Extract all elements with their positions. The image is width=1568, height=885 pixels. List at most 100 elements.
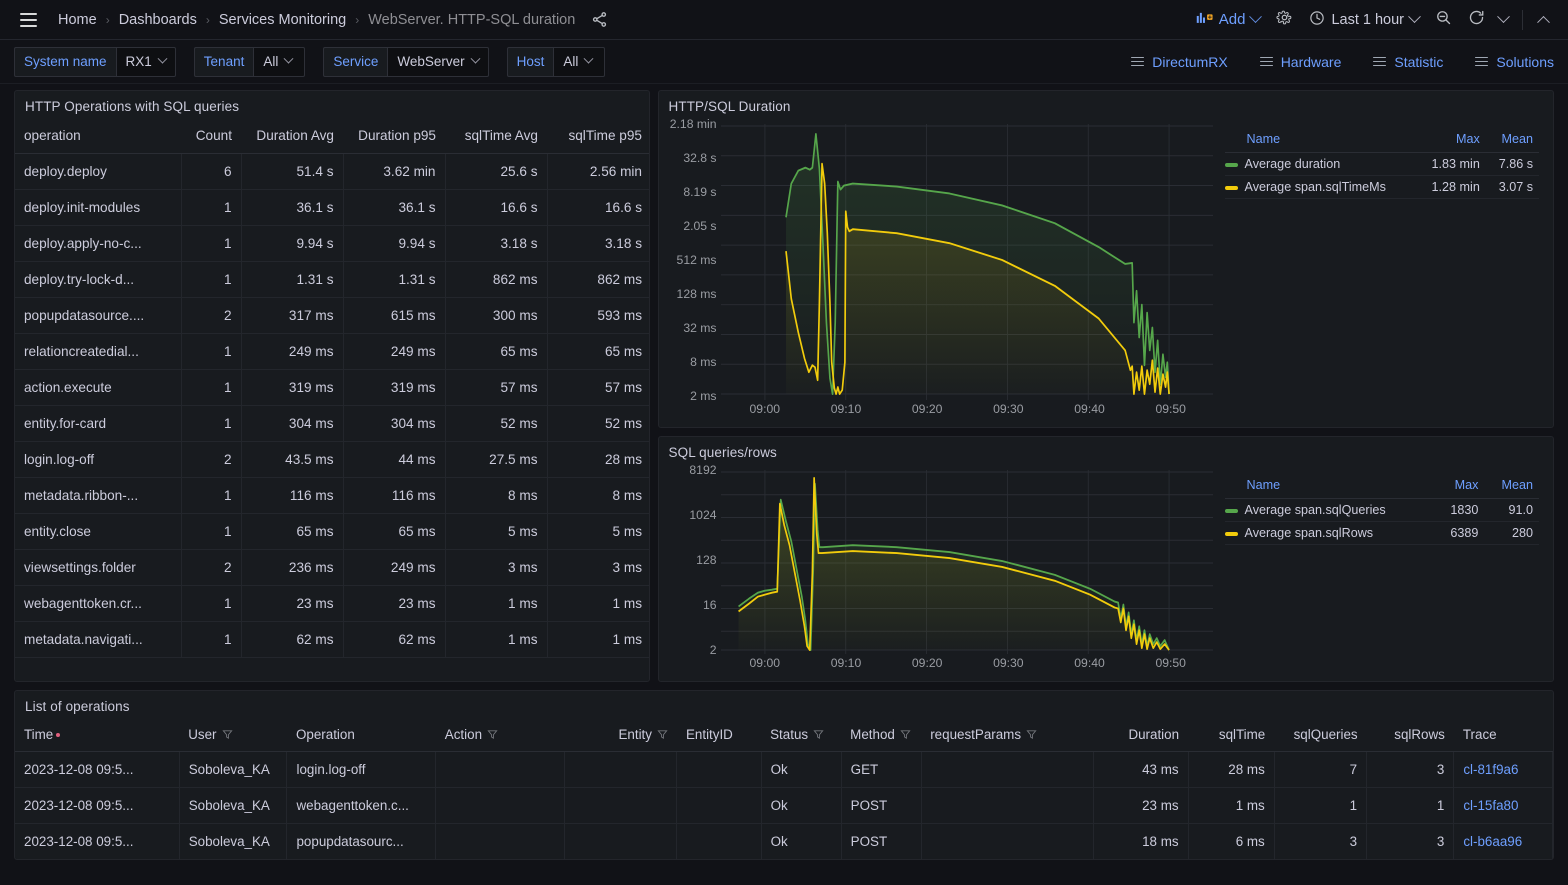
legend-row[interactable]: Average span.sqlRows 6389 280 <box>1224 521 1539 545</box>
charts-column: HTTP/SQL Duration 2.18 min 32.8 s 8.19 s 2.… <box>657 90 1554 682</box>
table-cell: 65 ms <box>445 333 548 370</box>
list-icon <box>1475 56 1489 67</box>
column-header-count[interactable]: Count <box>181 120 241 154</box>
collapse-toolbar-button[interactable] <box>1531 5 1556 35</box>
dashboard-link-solutions[interactable]: Solutions <box>1475 54 1554 70</box>
time-range-picker[interactable]: Last 1 hour <box>1301 5 1427 35</box>
column-header-sqlrows[interactable]: sqlRows <box>1366 720 1454 752</box>
table-row[interactable]: action.execute 1 319 ms 319 ms 57 ms 57 ms <box>15 369 649 406</box>
table-row[interactable]: popupdatasource.... 2 317 ms 615 ms 300 ms 59… <box>15 297 649 334</box>
plot-area-duration[interactable]: 2.18 min 32.8 s 8.19 s 2.05 s 512 ms 128 ms 32… <box>659 117 1219 426</box>
table-row[interactable]: relationcreatedial... 1 249 ms 249 ms 65 ms 6… <box>15 333 649 370</box>
table-cell <box>921 823 1095 859</box>
legend-column-name[interactable]: Name <box>1224 476 1435 499</box>
refresh-button[interactable] <box>1460 5 1493 35</box>
dashboard-link-hardware[interactable]: Hardware <box>1259 54 1341 70</box>
table-cell: 116 ms <box>241 477 344 514</box>
x-axis-tick: 09:10 <box>830 656 862 670</box>
column-header-requestparams[interactable]: requestParams <box>921 720 1094 752</box>
legend-row[interactable]: Average duration 1.83 min 7.86 s <box>1224 152 1539 176</box>
column-header-entity[interactable]: Entity <box>564 720 677 752</box>
table-row[interactable]: metadata.navigati... 1 62 ms 62 ms 1 ms 1 ms <box>15 621 649 658</box>
column-header-sqltime-avg[interactable]: sqlTime Avg <box>445 120 547 154</box>
column-header-sqltime[interactable]: sqlTime <box>1188 720 1275 752</box>
x-axis-tick: 09:20 <box>911 402 943 416</box>
breadcrumb-item-services-monitoring[interactable]: Services Monitoring <box>219 12 346 28</box>
column-header-operation[interactable]: Operation <box>286 720 436 752</box>
trace-link[interactable]: cl-b6aa96 <box>1453 823 1553 859</box>
legend-column-mean[interactable]: Mean <box>1485 130 1539 153</box>
legend-name-cell[interactable]: Average span.sqlRows <box>1224 521 1435 545</box>
column-header-time[interactable]: Time <box>15 720 180 752</box>
table-cell: 1 <box>181 333 242 370</box>
column-header-status[interactable]: Status <box>761 720 842 752</box>
table-row[interactable]: deploy.deploy 6 51.4 s 3.62 min 25.6 s 2.56 m… <box>15 153 649 190</box>
legend-color-swatch <box>1224 185 1238 190</box>
dashboard-settings-button[interactable] <box>1268 5 1301 35</box>
variable-service: Service WebServer <box>323 46 489 77</box>
dashboard-link-directumrx[interactable]: DirectumRX <box>1131 54 1228 70</box>
column-header-duration-p95[interactable]: Duration p95 <box>343 120 445 154</box>
variable-value-tenant[interactable]: All <box>253 46 306 77</box>
refresh-interval-dropdown[interactable] <box>1493 5 1514 35</box>
table-row[interactable]: deploy.try-lock-d... 1 1.31 s 1.31 s 862 ms 8… <box>15 261 649 298</box>
add-panel-button[interactable]: Add <box>1188 5 1269 35</box>
column-header-duration-avg[interactable]: Duration Avg <box>241 120 343 154</box>
legend-column-max[interactable]: Max <box>1434 476 1485 499</box>
table-cell: 593 ms <box>547 297 649 334</box>
x-axis-tick: 09:10 <box>830 402 862 416</box>
zoom-out-time-button[interactable] <box>1427 5 1460 35</box>
column-header-operation[interactable]: operation <box>15 120 181 154</box>
legend-column-name[interactable]: Name <box>1224 130 1417 153</box>
table-row[interactable]: entity.for-card 1 304 ms 304 ms 52 ms 52 ms <box>15 405 649 442</box>
legend-column-max[interactable]: Max <box>1416 130 1486 153</box>
variable-value-system-name[interactable]: RX1 <box>115 46 176 77</box>
column-header-sqlqueries[interactable]: sqlQueries <box>1274 720 1367 752</box>
column-header-sqltime-p95[interactable]: sqlTime p95 <box>547 120 649 154</box>
table-cell: 23 ms <box>1093 787 1189 824</box>
x-axis-sql: 09:00 09:10 09:20 09:30 09:40 09:50 <box>721 656 1213 676</box>
column-header-entityid[interactable]: EntityID <box>676 720 762 752</box>
table-cell: Soboleva_KA <box>179 751 288 788</box>
column-header-trace[interactable]: Trace <box>1453 720 1553 752</box>
plot-area-sql[interactable]: 8192 1024 128 16 2 09:00 09:10 09:20 09:… <box>659 463 1219 680</box>
y-axis-tick: 16 <box>702 598 717 612</box>
column-header-method[interactable]: Method <box>841 720 922 752</box>
legend-column-mean[interactable]: Mean <box>1484 476 1539 499</box>
column-header-action[interactable]: Action <box>435 720 565 752</box>
table-cell: 300 ms <box>445 297 548 334</box>
table-row[interactable]: login.log-off 2 43.5 ms 44 ms 27.5 ms 28 ms <box>15 441 649 478</box>
breadcrumb-item-dashboards[interactable]: Dashboards <box>119 12 197 28</box>
legend-row[interactable]: Average span.sqlQueries 1830 91.0 <box>1224 498 1539 522</box>
table-row[interactable]: entity.close 1 65 ms 65 ms 5 ms 5 ms <box>15 513 649 550</box>
table-row[interactable]: deploy.init-modules 1 36.1 s 36.1 s 16.6 s 16… <box>15 189 649 226</box>
y-axis-tick: 2.18 min <box>669 117 717 131</box>
table-row[interactable]: 2023-12-08 09:5... Soboleva_KA login.log-o… <box>15 751 1553 788</box>
column-header-duration[interactable]: Duration <box>1093 720 1189 752</box>
table-row[interactable]: 2023-12-08 09:5... Soboleva_KA webagenttok… <box>15 787 1553 824</box>
column-header-user[interactable]: User <box>179 720 287 752</box>
breadcrumb-item-current-dashboard[interactable]: WebServer. HTTP-SQL duration <box>368 12 575 28</box>
table-cell: 62 ms <box>241 621 344 658</box>
x-axis-tick: 09:00 <box>749 656 781 670</box>
dashboard-link-statistic[interactable]: Statistic <box>1373 54 1443 70</box>
table-row[interactable]: metadata.ribbon-... 1 116 ms 116 ms 8 ms 8 ms <box>15 477 649 514</box>
table-cell: 1.31 s <box>343 261 446 298</box>
legend-row[interactable]: Average span.sqlTimeMs 1.28 min 3.07 s <box>1224 175 1539 199</box>
hamburger-menu-icon[interactable] <box>14 6 42 34</box>
table-row[interactable]: deploy.apply-no-c... 1 9.94 s 9.94 s 3.18 s3… <box>15 225 649 262</box>
x-axis-duration: 09:00 09:10 09:20 09:30 09:40 09:50 <box>721 402 1213 422</box>
legend-name-cell[interactable]: Average span.sqlTimeMs <box>1224 175 1417 199</box>
trace-link[interactable]: cl-15fa80 <box>1453 787 1553 824</box>
share-icon[interactable] <box>589 10 609 30</box>
trace-link[interactable]: cl-81f9a6 <box>1453 751 1553 788</box>
variable-value-host[interactable]: All <box>553 46 606 77</box>
legend-name-cell[interactable]: Average span.sqlQueries <box>1224 498 1435 522</box>
variable-value-service[interactable]: WebServer <box>387 46 489 77</box>
table-row[interactable]: 2023-12-08 09:5... Soboleva_KA popupdataso… <box>15 823 1553 859</box>
table-row[interactable]: viewsettings.folder 2 236 ms 249 ms 3 ms 3 ms <box>15 549 649 586</box>
table-row[interactable]: webagenttoken.cr... 1 23 ms 23 ms 1 ms 1 ms <box>15 585 649 622</box>
table-cell: Soboleva_KA <box>179 823 288 859</box>
breadcrumb-item-home[interactable]: Home <box>58 12 97 28</box>
legend-name-cell[interactable]: Average duration <box>1224 152 1417 176</box>
